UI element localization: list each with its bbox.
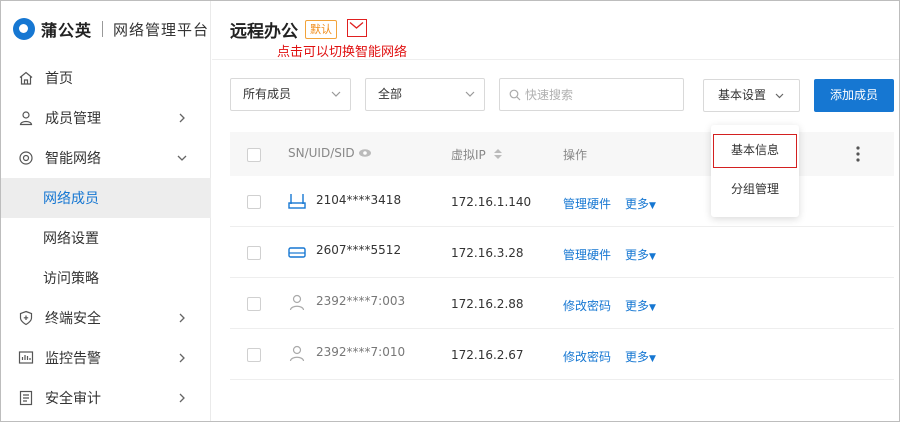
main-content: 远程办公 默认 点击可以切换智能网络 所有成员 全部 基本设置 添加成员 SN/… — [212, 1, 899, 421]
sidebar-nav: 首页 成员管理 智能网络 网络成员 网络设置 访问策略 终端安全 监控告警 安全… — [1, 58, 211, 418]
page-title: 远程办公 — [230, 22, 298, 42]
change-password-link[interactable]: 修改密码 — [563, 297, 611, 314]
user-icon — [289, 294, 305, 311]
search-input[interactable] — [525, 84, 675, 105]
chart-icon — [17, 349, 35, 367]
settings-dropdown-menu: 基本信息 分组管理 — [711, 125, 799, 217]
caret-down-icon: ▼ — [649, 201, 656, 211]
more-dropdown[interactable]: 更多▼ — [625, 348, 656, 365]
search-box[interactable] — [499, 78, 684, 111]
brand-name: 蒲公英 — [41, 21, 93, 40]
table-row[interactable]: 2392****7:003 172.16.2.88 修改密码 更多▼ — [230, 278, 894, 329]
logo-icon — [13, 18, 35, 40]
change-password-link[interactable]: 修改密码 — [563, 348, 611, 365]
manage-hardware-link[interactable]: 管理硬件 — [563, 246, 611, 263]
more-dropdown[interactable]: 更多▼ — [625, 195, 656, 212]
device-id: 2392****7:010 — [316, 345, 406, 359]
table-row[interactable]: 2607****5512 172.16.3.28 管理硬件 更多▼ — [230, 227, 894, 278]
chevron-down-icon — [331, 91, 341, 97]
caret-down-icon: ▼ — [649, 303, 656, 313]
row-checkbox[interactable] — [247, 297, 261, 311]
brand-subtitle: 网络管理平台 — [113, 20, 210, 39]
virtual-ip: 172.16.2.67 — [451, 348, 524, 362]
caret-down-icon: ▼ — [649, 252, 656, 262]
sidebar-item-audit[interactable]: 安全审计 — [1, 378, 211, 418]
user-icon — [17, 109, 35, 127]
sidebar-item-label: 终端安全 — [45, 311, 101, 327]
sidebar-item-monitoring[interactable]: 监控告警 — [1, 338, 211, 378]
chevron-down-icon — [177, 155, 187, 161]
sidebar-item-endpoint-security[interactable]: 终端安全 — [1, 298, 211, 338]
virtual-ip: 172.16.3.28 — [451, 246, 524, 260]
sidebar-item-home[interactable]: 首页 — [1, 58, 211, 98]
manage-hardware-link[interactable]: 管理硬件 — [563, 195, 611, 212]
sidebar-item-label: 首页 — [45, 71, 73, 87]
brand-divider — [102, 21, 104, 37]
sidebar-item-smart-network[interactable]: 智能网络 — [1, 138, 211, 178]
more-dropdown[interactable]: 更多▼ — [625, 297, 656, 314]
chevron-right-icon — [179, 353, 185, 363]
device-id: 2607****5512 — [316, 243, 402, 257]
router-icon — [288, 194, 306, 209]
column-header-ip[interactable]: 虚拟IP — [451, 146, 503, 163]
status-filter-select[interactable]: 全部 — [365, 78, 485, 111]
select-all-checkbox[interactable] — [247, 148, 261, 162]
sidebar-item-access-policy[interactable]: 访问策略 — [1, 258, 211, 298]
sidebar-item-label: 网络成员 — [43, 191, 99, 207]
caret-down-icon: ▼ — [649, 354, 656, 364]
sidebar-item-members[interactable]: 成员管理 — [1, 98, 211, 138]
sidebar-item-network-settings[interactable]: 网络设置 — [1, 218, 211, 258]
sidebar-item-label: 智能网络 — [45, 151, 101, 167]
sidebar-item-network-members[interactable]: 网络成员 — [1, 178, 211, 218]
header-divider — [212, 59, 899, 60]
sidebar: 蒲公英 网络管理平台 首页 成员管理 智能网络 网络成员 网络设置 访问策略 终… — [1, 1, 211, 421]
member-filter-select[interactable]: 所有成员 — [230, 78, 351, 111]
chevron-right-icon — [179, 313, 185, 323]
chevron-right-icon — [179, 113, 185, 123]
row-checkbox[interactable] — [247, 246, 261, 260]
home-icon — [17, 69, 35, 87]
menu-item-group-management[interactable]: 分组管理 — [711, 172, 799, 206]
add-member-button[interactable]: 添加成员 — [814, 79, 894, 112]
search-icon — [509, 89, 521, 101]
network-icon — [17, 149, 35, 167]
menu-item-basic-info[interactable]: 基本信息 — [713, 134, 797, 168]
more-dropdown[interactable]: 更多▼ — [625, 246, 656, 263]
device-id: 2392****7:003 — [316, 294, 406, 308]
basic-settings-button[interactable]: 基本设置 — [703, 79, 800, 112]
chevron-down-icon — [465, 91, 475, 97]
virtual-ip: 172.16.2.88 — [451, 297, 524, 311]
document-icon — [17, 389, 35, 407]
eye-icon[interactable] — [358, 148, 372, 158]
table-row[interactable]: 2392****7:010 172.16.2.67 修改密码 更多▼ — [230, 329, 894, 380]
chevron-down-icon — [775, 93, 784, 99]
switch-hint: 点击可以切换智能网络 — [277, 45, 408, 60]
brand[interactable]: 蒲公英 网络管理平台 — [13, 15, 209, 43]
more-vertical-icon[interactable] — [856, 146, 860, 162]
row-checkbox[interactable] — [247, 195, 261, 209]
sidebar-item-label: 成员管理 — [45, 111, 101, 127]
sidebar-item-label: 安全审计 — [45, 391, 101, 407]
user-icon — [289, 345, 305, 362]
sidebar-item-label: 监控告警 — [45, 351, 101, 367]
default-badge: 默认 — [305, 20, 337, 39]
sort-icon[interactable] — [493, 148, 503, 160]
switch-network-button[interactable] — [347, 19, 367, 37]
column-header-action: 操作 — [563, 148, 588, 162]
sidebar-item-label: 网络设置 — [43, 231, 99, 247]
column-header-id: SN/UID/SID — [288, 146, 372, 160]
shield-icon — [17, 309, 35, 327]
sidebar-item-label: 访问策略 — [43, 271, 99, 287]
virtual-ip: 172.16.1.140 — [451, 195, 532, 209]
mail-icon — [349, 22, 364, 29]
select-value: 所有成员 — [243, 87, 292, 101]
device-id: 2104****3418 — [316, 193, 402, 207]
select-value: 全部 — [378, 87, 403, 101]
row-checkbox[interactable] — [247, 348, 261, 362]
settings-button-label: 基本设置 — [718, 88, 767, 102]
box-device-icon — [288, 247, 306, 258]
chevron-right-icon — [179, 393, 185, 403]
